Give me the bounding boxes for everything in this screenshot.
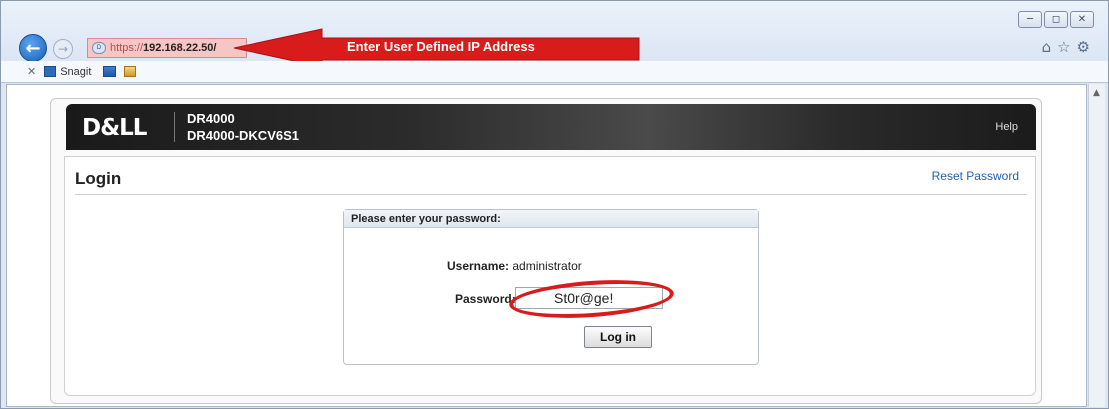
login-button[interactable]: Log in (584, 326, 652, 348)
gear-icon[interactable]: ⚙ (1077, 38, 1090, 56)
home-icon[interactable]: ⌂ (1042, 38, 1052, 56)
password-panel-header: Please enter your password: (344, 210, 758, 228)
login-area: Login Reset Password Please enter your p… (64, 156, 1036, 396)
snagit-label[interactable]: Snagit (60, 66, 91, 78)
vertical-scrollbar[interactable]: ▲ (1088, 84, 1105, 407)
username-label: Username: (447, 259, 510, 273)
folder-icon[interactable] (124, 66, 137, 77)
minimize-button[interactable]: ─ (1018, 11, 1042, 28)
back-button[interactable]: ← (19, 34, 47, 62)
address-scheme: https:// (110, 42, 144, 54)
username-row: Username: administrator (447, 259, 582, 273)
window-controls: ─ ◻ ✕ (1016, 11, 1094, 28)
close-toolbar-icon[interactable]: ✕ (27, 65, 36, 78)
page-title: Login (75, 169, 122, 188)
snagit-icon (44, 66, 57, 77)
maximize-button[interactable]: ◻ (1044, 11, 1068, 28)
logo-separator (174, 112, 175, 142)
password-label: Password: (455, 292, 516, 306)
password-panel: Please enter your password: Username: ad… (343, 209, 759, 365)
product-model: DR4000 (187, 111, 235, 126)
username-value: administrator (512, 259, 582, 273)
forward-arrow-icon: → (57, 42, 69, 56)
system-name: DR4000-DKCV6S1 (187, 128, 299, 143)
forward-button[interactable]: → (53, 39, 73, 59)
reset-password-link[interactable]: Reset Password (932, 169, 1019, 183)
help-link[interactable]: Help (995, 121, 1018, 133)
scroll-up-icon[interactable]: ▲ (1093, 88, 1100, 98)
address-bar[interactable]: D https://192.168.22.50/ (87, 38, 247, 58)
title-divider (75, 194, 1027, 195)
close-button[interactable]: ✕ (1070, 11, 1094, 28)
password-input[interactable]: St0r@ge! (515, 287, 663, 309)
favorites-bar: ✕ Snagit (1, 61, 1108, 83)
browser-titlebar: ─ ◻ ✕ ← → D https://192.168.22.50/ Enter… (1, 1, 1108, 68)
star-icon[interactable]: ☆ (1057, 38, 1070, 56)
back-arrow-icon: ← (25, 37, 41, 59)
browser-toolbar-icons: ⌂ ☆ ⚙ (1042, 38, 1090, 56)
capture-icon[interactable] (103, 66, 117, 77)
callout-label: Enter User Defined IP Address (347, 39, 535, 54)
dell-logo: D&LL (82, 115, 147, 141)
site-identity-icon: D (92, 42, 106, 54)
dell-banner: D&LL DR4000 DR4000-DKCV6S1 Help (66, 104, 1036, 150)
address-host: 192.168.22.50/ (143, 42, 217, 54)
